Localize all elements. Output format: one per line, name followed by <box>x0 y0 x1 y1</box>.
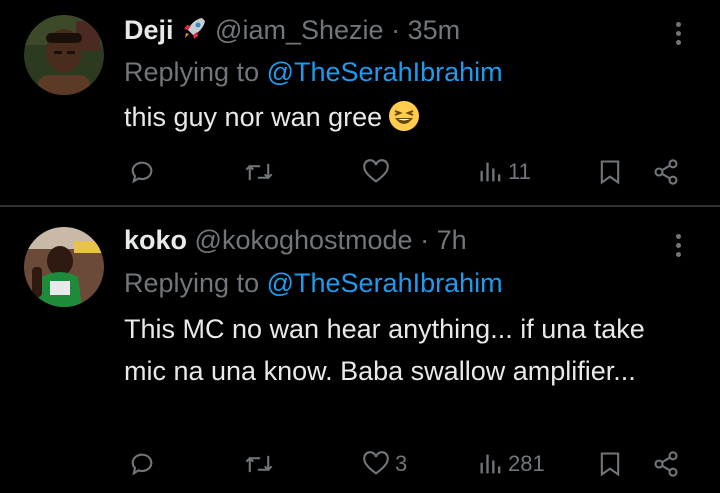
retweet-icon <box>245 455 273 473</box>
tweet-header: koko @kokoghostmode · 7h <box>124 224 467 256</box>
like-icon <box>363 451 389 475</box>
views-icon <box>480 454 501 474</box>
separator: · <box>420 225 430 255</box>
like-count: 3 <box>395 451 408 476</box>
retweet-button[interactable] <box>244 444 278 484</box>
action-bar: 3 281 <box>0 444 720 484</box>
replying-prefix: Replying to <box>124 268 260 298</box>
reply-button[interactable] <box>128 444 160 484</box>
views-button[interactable]: 281 <box>478 444 545 484</box>
views-count: 281 <box>508 451 545 476</box>
replying-to: Replying to @TheSerahIbrahim <box>124 267 503 299</box>
tweet[interactable]: koko @kokoghostmode · 7h Replying to @Th… <box>0 0 720 493</box>
more-icon[interactable] <box>668 230 688 266</box>
mention-link[interactable]: @TheSerahIbrahim <box>267 268 503 298</box>
bookmark-button[interactable] <box>598 444 622 484</box>
user-handle[interactable]: @kokoghostmode <box>195 225 413 255</box>
share-button[interactable] <box>652 444 680 484</box>
tweet-text: This MC no wan hear anything... if una t… <box>124 314 645 386</box>
timestamp[interactable]: 7h <box>437 225 467 255</box>
display-name[interactable]: koko <box>124 225 187 255</box>
like-button[interactable]: 3 <box>361 444 407 484</box>
avatar[interactable] <box>24 227 104 307</box>
share-icon <box>654 451 678 477</box>
reply-icon <box>131 453 153 476</box>
bookmark-icon <box>600 452 620 477</box>
